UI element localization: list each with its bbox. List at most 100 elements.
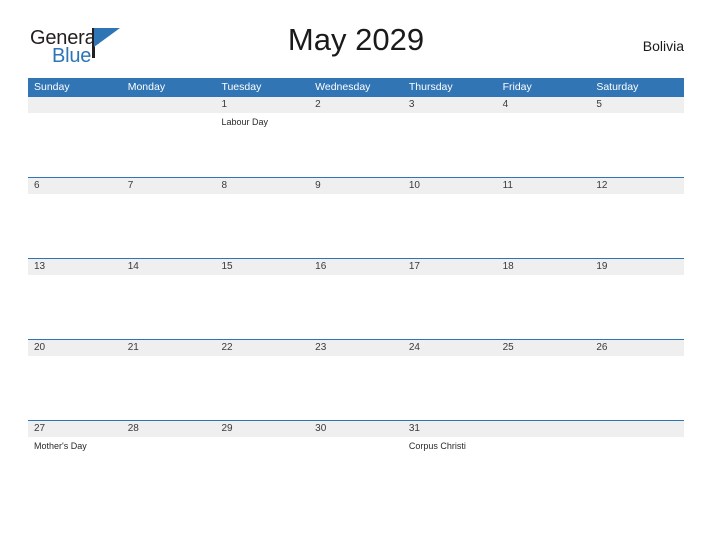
day-cell-31[interactable]: Corpus Christi	[403, 437, 497, 501]
day-number-12[interactable]: 12	[590, 178, 684, 194]
day-number-empty	[497, 421, 591, 437]
day-number-26[interactable]: 26	[590, 340, 684, 356]
day-cell-25[interactable]	[497, 356, 591, 420]
calendar-week-row: 20 21 22 23 24 25 26	[28, 339, 684, 420]
event-band: Mother's Day Corpus Christi	[28, 437, 684, 501]
day-cell-10[interactable]	[403, 194, 497, 258]
day-cell-5[interactable]	[590, 113, 684, 177]
day-cell-2[interactable]	[309, 113, 403, 177]
day-cell-15[interactable]	[215, 275, 309, 339]
day-number-3[interactable]: 3	[403, 97, 497, 113]
event-band: Labour Day	[28, 113, 684, 177]
calendar-week-row: 6 7 8 9 10 11 12	[28, 177, 684, 258]
weekday-header-thursday: Thursday	[408, 81, 453, 93]
day-number-19[interactable]: 19	[590, 259, 684, 275]
day-number-28[interactable]: 28	[122, 421, 216, 437]
day-cell-8[interactable]	[215, 194, 309, 258]
day-number-16[interactable]: 16	[309, 259, 403, 275]
day-cell-19[interactable]	[590, 275, 684, 339]
day-cell-14[interactable]	[122, 275, 216, 339]
day-cell-empty	[28, 113, 122, 177]
day-cell-empty	[497, 437, 591, 501]
day-cell-30[interactable]	[309, 437, 403, 501]
calendar-weeks: 1 2 3 4 5 Labour Day 6 7 8 9 10 11 12 13 14 15 16 17 18 19 2…	[28, 96, 684, 501]
weekday-header-wednesday: Wednesday	[315, 81, 371, 93]
day-cell-18[interactable]	[497, 275, 591, 339]
weekday-header-saturday: Saturday	[596, 81, 639, 93]
day-number-1[interactable]: 1	[215, 97, 309, 113]
day-cell-24[interactable]	[403, 356, 497, 420]
event-band	[28, 356, 684, 420]
date-number-band: 12345	[28, 96, 684, 113]
day-number-11[interactable]: 11	[497, 178, 591, 194]
day-number-empty	[590, 421, 684, 437]
day-cell-20[interactable]	[28, 356, 122, 420]
day-number-14[interactable]: 14	[122, 259, 216, 275]
day-cell-3[interactable]	[403, 113, 497, 177]
day-number-10[interactable]: 10	[403, 178, 497, 194]
day-cell-26[interactable]	[590, 356, 684, 420]
day-cell-28[interactable]	[122, 437, 216, 501]
event-band	[28, 194, 684, 258]
day-cell-29[interactable]	[215, 437, 309, 501]
day-cell-empty	[122, 113, 216, 177]
day-number-13[interactable]: 13	[28, 259, 122, 275]
day-number-6[interactable]: 6	[28, 178, 122, 194]
day-number-empty	[122, 97, 216, 113]
weekday-header-tuesday: Tuesday	[221, 81, 262, 93]
calendar-grid: Sunday Monday Tuesday Wednesday Thursday Frid…	[28, 78, 684, 501]
day-cell-22[interactable]	[215, 356, 309, 420]
date-number-band: 6 7 8 9 10 11 12	[28, 177, 684, 194]
day-number-21[interactable]: 21	[122, 340, 216, 356]
weekday-header-friday: Friday	[502, 81, 532, 93]
day-cell-16[interactable]	[309, 275, 403, 339]
weekday-header-monday: Monday	[127, 81, 166, 93]
day-cell-6[interactable]	[28, 194, 122, 258]
day-number-empty	[28, 97, 122, 113]
day-cell-1[interactable]: Labour Day	[215, 113, 309, 177]
day-number-18[interactable]: 18	[497, 259, 591, 275]
calendar-week-row: 13 14 15 16 17 18 19	[28, 258, 684, 339]
day-cell-12[interactable]	[590, 194, 684, 258]
date-number-band: 27 28 29 30 31	[28, 420, 684, 437]
day-number-31[interactable]: 31	[403, 421, 497, 437]
day-number-27[interactable]: 27	[28, 421, 122, 437]
day-number-2[interactable]: 2	[309, 97, 403, 113]
day-number-24[interactable]: 24	[403, 340, 497, 356]
calendar-page: General Blue May 2029 Bolivia Sunday Mond…	[0, 0, 712, 550]
day-number-4[interactable]: 4	[497, 97, 591, 113]
day-cell-4[interactable]	[497, 113, 591, 177]
day-cell-23[interactable]	[309, 356, 403, 420]
date-number-band: 20 21 22 23 24 25 26	[28, 339, 684, 356]
calendar-week-row: 27 28 29 30 31 Mother's Day Corpus Christi	[28, 420, 684, 501]
event-label: Corpus Christi	[408, 441, 466, 451]
day-cell-empty	[590, 437, 684, 501]
day-number-8[interactable]: 8	[215, 178, 309, 194]
calendar-week-row: 1 2 3 4 5 Labour Day	[28, 96, 684, 177]
weekday-header-sunday: Sunday	[34, 81, 70, 93]
day-number-30[interactable]: 30	[309, 421, 403, 437]
page-title: May 2029	[287, 22, 425, 57]
day-cell-11[interactable]	[497, 194, 591, 258]
day-cell-21[interactable]	[122, 356, 216, 420]
event-label: Labour Day	[221, 117, 268, 127]
day-cell-9[interactable]	[309, 194, 403, 258]
day-number-25[interactable]: 25	[497, 340, 591, 356]
weekday-header-row: Sunday Monday Tuesday Wednesday Thursday Frid…	[28, 78, 684, 96]
event-label: Mother's Day	[34, 441, 87, 451]
day-number-17[interactable]: 17	[403, 259, 497, 275]
event-band	[28, 275, 684, 339]
day-number-20[interactable]: 20	[28, 340, 122, 356]
day-number-7[interactable]: 7	[122, 178, 216, 194]
day-number-5[interactable]: 5	[590, 97, 684, 113]
day-number-15[interactable]: 15	[215, 259, 309, 275]
day-cell-17[interactable]	[403, 275, 497, 339]
day-number-23[interactable]: 23	[309, 340, 403, 356]
day-cell-7[interactable]	[122, 194, 216, 258]
date-number-band: 13 14 15 16 17 18 19	[28, 258, 684, 275]
day-cell-13[interactable]	[28, 275, 122, 339]
day-cell-27[interactable]: Mother's Day	[28, 437, 122, 501]
day-number-9[interactable]: 9	[309, 178, 403, 194]
day-number-22[interactable]: 22	[215, 340, 309, 356]
day-number-29[interactable]: 29	[215, 421, 309, 437]
